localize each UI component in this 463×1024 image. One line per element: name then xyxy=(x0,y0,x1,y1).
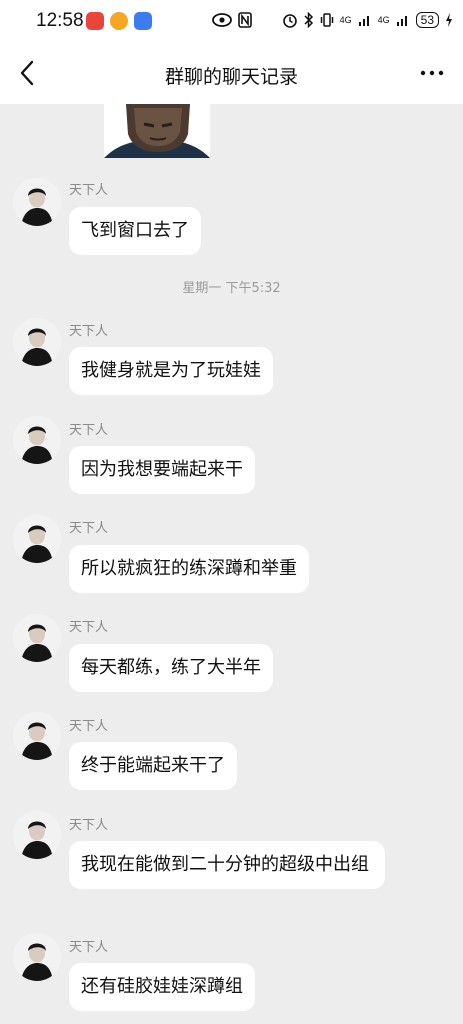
page-title: 群聊的聊天记录 xyxy=(164,66,298,88)
more-dots-icon xyxy=(420,70,444,76)
alarm-icon xyxy=(282,14,297,28)
avatar[interactable] xyxy=(13,933,61,981)
signal-icon xyxy=(396,16,407,26)
avatar[interactable] xyxy=(13,614,61,662)
nav-bar: 群聊的聊天记录 xyxy=(0,44,463,104)
timestamp: 星期一 下午5:32 xyxy=(182,281,281,296)
sender-name: 天下人 xyxy=(69,423,109,438)
sender-name: 天下人 xyxy=(69,940,109,955)
vibrate-icon xyxy=(320,13,333,27)
avatar[interactable] xyxy=(13,811,61,859)
avatar[interactable] xyxy=(13,178,61,226)
image-message-thumbnail[interactable] xyxy=(104,104,210,158)
bluetooth-icon xyxy=(304,12,313,28)
message-bubble[interactable]: 飞到窗口去了 xyxy=(69,207,201,255)
status-bar: 12:58 4G 4G 53 xyxy=(0,0,463,44)
eye-icon xyxy=(211,13,232,27)
message-bubble[interactable]: 我现在能做到二十分钟的超级中出组 xyxy=(69,841,385,889)
app-notification-icon xyxy=(86,12,104,30)
notification-icons xyxy=(86,12,152,30)
status-right-icons: 4G 4G 53 xyxy=(211,12,453,28)
avatar[interactable] xyxy=(13,515,61,563)
sender-name: 天下人 xyxy=(69,521,109,536)
message-bubble[interactable]: 我健身就是为了玩娃娃 xyxy=(69,347,273,395)
battery-indicator: 53 xyxy=(415,12,439,28)
weibo-icon xyxy=(110,12,128,30)
signal-icon xyxy=(358,16,369,26)
avatar[interactable] xyxy=(13,318,61,366)
message-bubble[interactable]: 因为我想要端起来干 xyxy=(69,446,255,494)
nfc-icon xyxy=(237,12,252,28)
avatar[interactable] xyxy=(13,712,61,760)
more-options-button[interactable] xyxy=(415,58,449,88)
avatar[interactable] xyxy=(13,416,61,464)
status-time: 12:58 xyxy=(36,10,84,31)
signal-label: 4G xyxy=(377,15,390,25)
sender-name: 天下人 xyxy=(69,183,109,198)
charging-icon xyxy=(446,13,452,27)
sender-name: 天下人 xyxy=(69,719,109,734)
message-bubble[interactable]: 所以就疯狂的练深蹲和举重 xyxy=(69,545,309,593)
message-bubble[interactable]: 每天都练，练了大半年 xyxy=(69,644,273,692)
message-bubble[interactable]: 还有硅胶娃娃深蹲组 xyxy=(69,963,255,1011)
app-notification-icon xyxy=(134,12,152,30)
message-bubble[interactable]: 终于能端起来干了 xyxy=(69,742,237,790)
sender-name: 天下人 xyxy=(69,620,109,635)
sender-name: 天下人 xyxy=(69,324,109,339)
sender-name: 天下人 xyxy=(69,818,109,833)
signal-label: 4G xyxy=(339,15,352,25)
